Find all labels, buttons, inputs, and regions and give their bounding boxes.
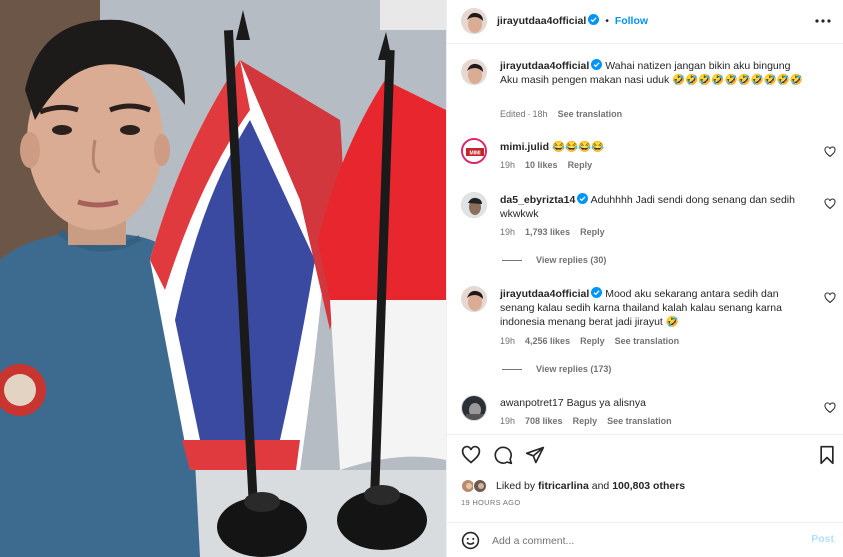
reply-button[interactable]: Reply — [580, 227, 605, 237]
see-translation-link[interactable]: See translation — [607, 416, 672, 426]
caption-text-block: jirayutdaa4official Wahai natizen jangan… — [500, 59, 810, 87]
caption-time[interactable]: 18h — [533, 109, 548, 119]
like-heart-icon[interactable] — [461, 445, 481, 465]
heart-icon[interactable] — [824, 402, 836, 414]
post-time-ago[interactable]: 19 HOURS AGO — [461, 498, 520, 507]
see-translation-link[interactable]: See translation — [558, 109, 623, 119]
liker-avatar — [473, 479, 487, 493]
view-replies-link[interactable]: View replies (173) — [502, 364, 611, 374]
comment-likes[interactable]: 708 likes — [525, 416, 563, 426]
comment-likes[interactable]: 1,793 likes — [525, 227, 570, 237]
liked-by-others[interactable]: 100,803 others — [612, 480, 685, 492]
verified-badge-icon — [577, 193, 589, 204]
caption-avatar[interactable] — [461, 59, 487, 85]
comment-text-block: da5_ebyrizta14 Aduhhhh Jadi sendi dong s… — [500, 193, 810, 221]
post-image[interactable] — [0, 0, 446, 557]
divider — [502, 260, 522, 262]
more-horizontal-icon[interactable] — [814, 12, 832, 30]
commenter-avatar[interactable] — [461, 395, 487, 421]
comment-username[interactable]: da5_ebyrizta14 — [500, 194, 575, 206]
verified-badge-icon — [591, 287, 603, 298]
comment-likes[interactable]: 10 likes — [525, 160, 558, 170]
verified-badge-icon — [588, 14, 600, 25]
bookmark-icon[interactable] — [817, 445, 837, 465]
comment-meta: 19h 4,256 likes Reply See translation — [500, 336, 689, 346]
reply-button[interactable]: Reply — [568, 160, 593, 170]
comment-text: Bagus ya alisnya — [566, 397, 646, 409]
comment-meta: 19h 10 likes Reply — [500, 160, 602, 170]
follow-button[interactable]: Follow — [615, 15, 648, 27]
post-actions: Liked by fitricarlina and 100,803 others… — [447, 434, 843, 524]
comment-time[interactable]: 19h — [500, 336, 515, 346]
view-replies-label: View replies (30) — [536, 255, 607, 265]
comment-meta: 19h 1,793 likes Reply — [500, 227, 615, 237]
author-avatar[interactable] — [461, 8, 487, 34]
commenter-avatar[interactable]: MIMI — [461, 138, 487, 164]
comment-input[interactable] — [492, 532, 792, 549]
liked-by-prefix: Liked by — [496, 480, 536, 492]
comment-username[interactable]: awanpotret17 — [500, 397, 564, 409]
post-header: jirayutdaa4official • Follow — [447, 0, 843, 44]
comment-time[interactable]: 19h — [500, 416, 515, 426]
comment-time[interactable]: 19h — [500, 160, 515, 170]
comment-username[interactable]: mimi.julid — [500, 141, 549, 153]
comment-meta: 19h 708 likes Reply See translation — [500, 416, 682, 426]
post-panel: jirayutdaa4official • Follow jirayutdaa4… — [446, 0, 843, 557]
emoji-smiley-icon[interactable] — [461, 531, 480, 550]
heart-icon[interactable] — [824, 146, 836, 158]
post-photo-illustration — [0, 0, 446, 557]
header-user-line: jirayutdaa4official • Follow — [497, 14, 649, 27]
post-comment-button[interactable]: Post — [811, 533, 834, 545]
reply-button[interactable]: Reply — [573, 416, 598, 426]
see-translation-link[interactable]: See translation — [615, 336, 680, 346]
comment-text-block: awanpotret17 Bagus ya alisnya — [500, 396, 810, 410]
comment-text-block: mimi.julid 😂😂😂😂 — [500, 140, 810, 154]
liked-by-text: Liked by fitricarlina and 100,803 others — [496, 480, 685, 492]
comment-bubble-icon[interactable] — [493, 445, 513, 465]
commenter-avatar[interactable] — [461, 286, 487, 312]
comment-username[interactable]: jirayutdaa4official — [500, 288, 589, 300]
heart-icon[interactable] — [824, 198, 836, 210]
comment-likes[interactable]: 4,256 likes — [525, 336, 570, 346]
liked-by-and: and — [591, 480, 610, 492]
view-replies-link[interactable]: View replies (30) — [502, 255, 606, 265]
edited-label: Edited — [500, 109, 526, 119]
divider — [502, 369, 522, 371]
author-username[interactable]: jirayutdaa4official — [497, 15, 586, 27]
comment-text-block: jirayutdaa4official Mood aku sekarang an… — [500, 287, 810, 329]
reply-button[interactable]: Reply — [580, 336, 605, 346]
caption-meta: Edited · 18h See translation — [500, 109, 623, 119]
share-send-icon[interactable] — [525, 445, 545, 465]
verified-badge-icon — [591, 59, 603, 70]
commenter-avatar[interactable] — [461, 192, 487, 218]
liked-by-user[interactable]: fitricarlina — [538, 480, 589, 492]
comment-text: 😂😂😂😂 — [551, 141, 605, 153]
view-replies-label: View replies (173) — [536, 364, 612, 374]
comment-time[interactable]: 19h — [500, 227, 515, 237]
svg-text:MIMI: MIMI — [469, 150, 481, 156]
caption-username[interactable]: jirayutdaa4official — [500, 60, 589, 72]
comment-box: Post — [447, 522, 843, 557]
heart-icon[interactable] — [824, 292, 836, 304]
